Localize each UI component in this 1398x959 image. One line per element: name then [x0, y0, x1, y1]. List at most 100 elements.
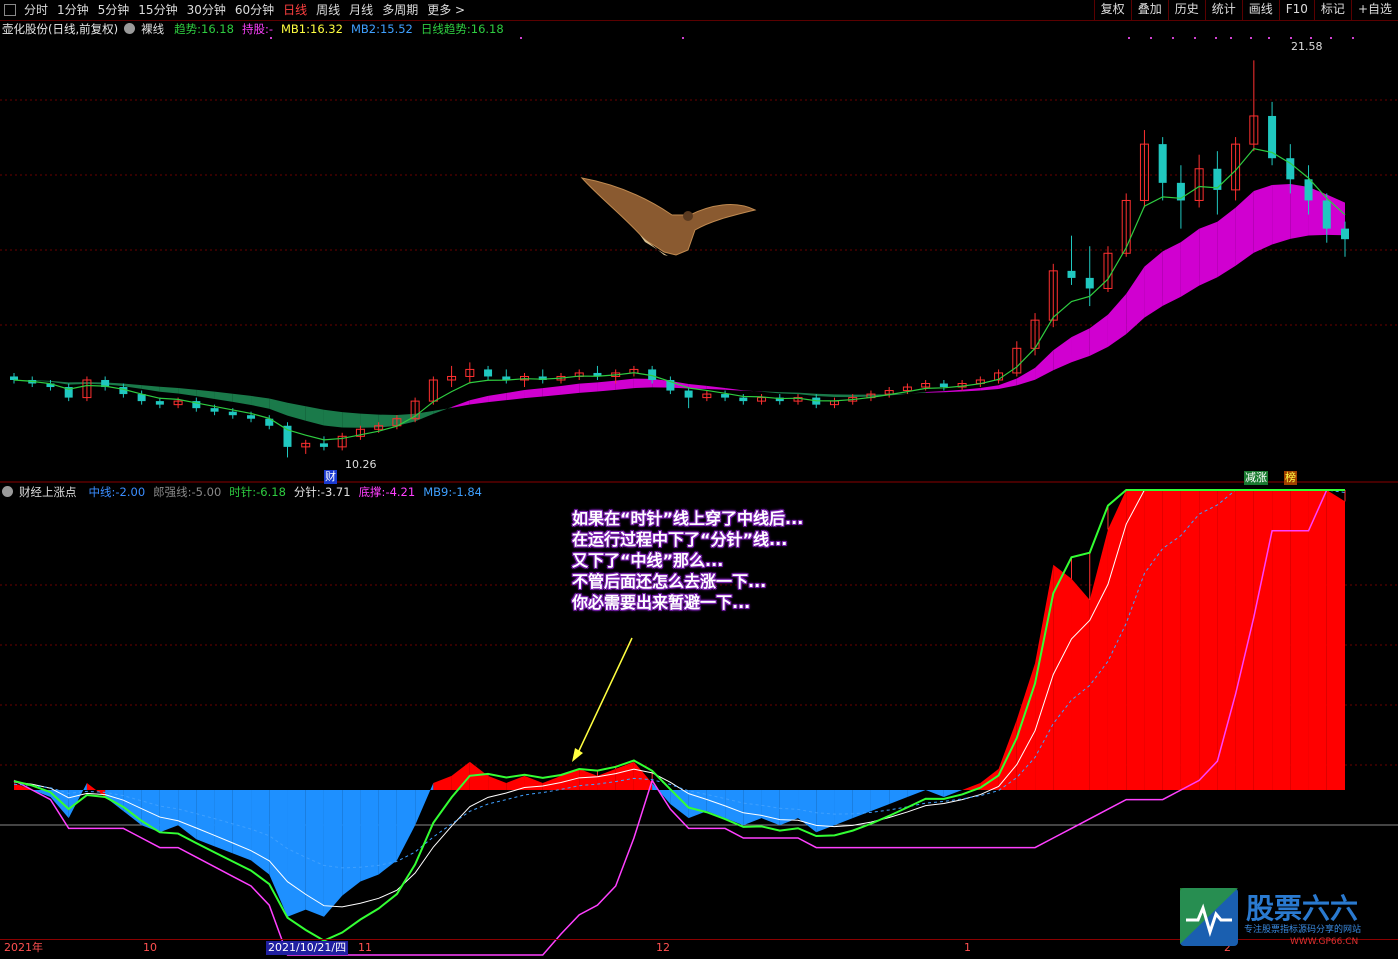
ribbon-segment — [1089, 314, 1108, 356]
period-tab[interactable]: 周线 — [312, 0, 345, 20]
oscillator-fill — [579, 768, 598, 790]
oscillator-fill — [1253, 490, 1273, 790]
ribbon-segment — [1253, 185, 1273, 253]
ribbon-segment — [1199, 221, 1218, 286]
ribbon-segment — [725, 387, 744, 391]
oscillator-fill — [360, 790, 379, 882]
ribbon-segment — [1217, 207, 1236, 278]
oscillator-fill — [269, 790, 288, 917]
ribbon-segment — [1016, 367, 1036, 386]
period-tab[interactable]: 30分钟 — [183, 0, 231, 20]
toolbar-right-buttons: 复权 叠加 历史 统计 画线 F10 标记 +自选 — [1093, 0, 1398, 20]
oscillator-fill — [323, 790, 343, 917]
layout-icon[interactable] — [4, 4, 16, 16]
ribbon-segment — [542, 386, 561, 397]
ribbon-segment — [433, 407, 452, 414]
oscillator-fill — [1272, 490, 1291, 790]
ribbon-segment — [524, 388, 543, 399]
bang-tag[interactable]: 榜 — [1284, 471, 1297, 485]
bird-body — [580, 177, 757, 256]
ribbon-segment — [907, 392, 926, 394]
period-tab[interactable]: 60分钟 — [231, 0, 279, 20]
candle-body — [1341, 228, 1349, 240]
cai-marker[interactable]: 财 — [324, 470, 337, 484]
ribbon-segment — [615, 378, 634, 390]
high-price-label: 21.58 — [1291, 40, 1323, 53]
month-label: 12 — [656, 941, 670, 954]
toolbar-button[interactable]: 历史 — [1167, 0, 1205, 20]
ribbon-segment — [779, 392, 799, 395]
annotation-arrow — [576, 637, 633, 756]
ribbon-segment — [305, 406, 324, 426]
oscillator-fill — [761, 790, 780, 826]
ribbon-segment — [962, 387, 981, 392]
reduce-tag[interactable]: 减涨 — [1244, 471, 1268, 485]
oscillator-fill — [415, 782, 434, 826]
ribbon-segment — [1162, 242, 1181, 306]
oscillator-fill — [1235, 490, 1254, 790]
oscillator-fill — [433, 775, 452, 790]
candle-body — [210, 408, 219, 412]
month-label: 10 — [143, 941, 157, 954]
chart-canvas[interactable] — [0, 20, 1398, 958]
candle-body — [247, 415, 256, 419]
candle-body — [228, 411, 237, 416]
oscillator-fill — [1308, 490, 1327, 790]
toolbar-button[interactable]: F10 — [1278, 0, 1314, 20]
oscillator-fill — [1126, 490, 1145, 790]
ribbon-segment — [1144, 251, 1163, 318]
oscillator-fill — [798, 790, 817, 833]
ribbon-segment — [706, 385, 726, 390]
logo-url: WWW.GP66.CN — [1290, 937, 1358, 947]
oscillator-fill — [196, 790, 215, 847]
ribbon-segment — [232, 393, 252, 405]
marker-dot — [1150, 37, 1152, 39]
candle-body — [684, 390, 693, 398]
toolbar-button[interactable]: 标记 — [1313, 0, 1351, 20]
period-tab[interactable]: 分时 — [20, 0, 53, 20]
oscillator-fill — [852, 790, 871, 819]
logo-subtitle: 专注股票指标源码分享的网站 — [1244, 923, 1361, 935]
oscillator-fill — [342, 790, 361, 896]
ribbon-segment — [1071, 328, 1090, 363]
ribbon-segment — [251, 395, 270, 409]
oscillator-fill — [1162, 490, 1181, 790]
period-tab[interactable]: 5分钟 — [94, 0, 135, 20]
oscillator-fill — [68, 782, 87, 819]
oscillator-fill — [105, 790, 124, 812]
oscillator-fill — [925, 790, 944, 798]
year-label: 2021年 — [4, 941, 43, 954]
ribbon-segment — [415, 410, 434, 422]
toolbar-button[interactable]: +自选 — [1350, 0, 1398, 20]
candle-body — [283, 425, 292, 447]
candle-body — [1067, 270, 1076, 278]
ribbon-segment — [761, 391, 780, 394]
candle-body — [1085, 277, 1094, 289]
oscillator-fill — [834, 790, 853, 826]
period-tab[interactable]: 多周期 — [378, 0, 423, 20]
period-tab[interactable]: 1分钟 — [53, 0, 94, 20]
oscillator-fill — [1180, 490, 1200, 790]
oscillator-fill — [1053, 564, 1072, 790]
period-tab[interactable]: 月线 — [345, 0, 378, 20]
ribbon-segment — [743, 390, 762, 392]
oscillator-fill — [214, 790, 233, 854]
ribbon-segment — [834, 394, 853, 398]
ribbon-segment — [506, 389, 525, 401]
period-tab[interactable]: 日线 — [279, 0, 312, 20]
period-tab[interactable]: 更多 > — [423, 0, 470, 20]
marker-dot — [270, 37, 272, 39]
toolbar-button[interactable]: 叠加 — [1130, 0, 1168, 20]
marker-dot — [1172, 37, 1174, 39]
toolbar-button[interactable]: 复权 — [1093, 0, 1131, 20]
toolbar-button[interactable]: 统计 — [1204, 0, 1242, 20]
marker-dot — [1128, 37, 1130, 39]
period-tab[interactable]: 15分钟 — [134, 0, 182, 20]
oscillator-fill — [378, 790, 397, 875]
ribbon-segment — [323, 409, 343, 428]
oscillator-fill — [597, 768, 616, 790]
ribbon-segment — [633, 378, 653, 389]
annotation-line: 又下了“中线”那么... — [572, 551, 724, 570]
toolbar-button[interactable]: 画线 — [1241, 0, 1279, 20]
marker-dot — [1250, 37, 1252, 39]
